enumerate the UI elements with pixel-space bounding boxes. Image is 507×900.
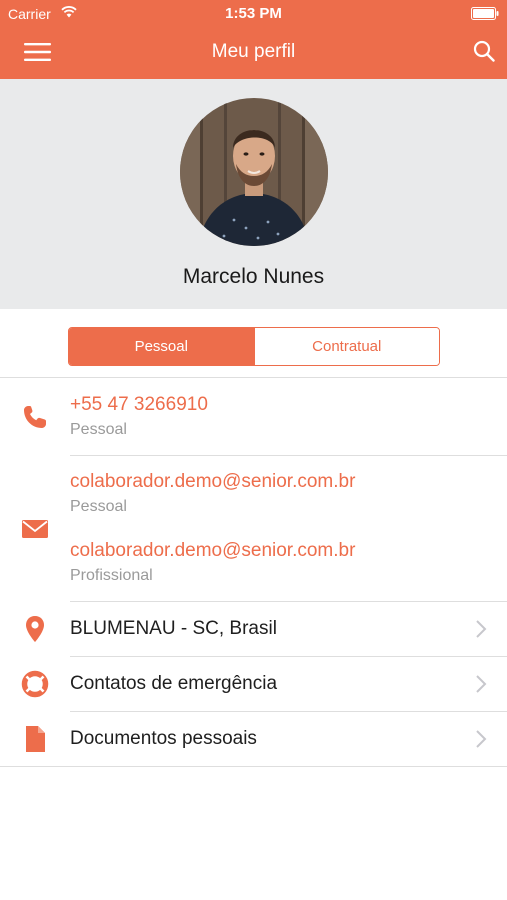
envelope-icon	[22, 520, 48, 538]
phone-icon	[24, 406, 46, 428]
navigation-bar: Meu perfil	[0, 28, 507, 79]
search-icon[interactable]	[473, 40, 495, 62]
personal-documents-item[interactable]: Documentos pessoais	[70, 728, 257, 750]
email-type-label: Pessoal	[70, 498, 127, 515]
chevron-right-icon[interactable]	[475, 674, 487, 694]
page-title: Meu perfil	[211, 41, 296, 62]
document-icon	[26, 726, 45, 752]
app-header: Carrier 1:53 PM Meu perfil	[0, 0, 507, 79]
divider	[70, 656, 507, 657]
chevron-right-icon[interactable]	[475, 619, 487, 639]
chevron-right-icon[interactable]	[475, 729, 487, 749]
status-time: 1:53 PM	[225, 5, 282, 22]
status-bar: Carrier 1:53 PM	[0, 0, 507, 28]
divider	[70, 711, 507, 712]
location-pin-icon	[26, 616, 44, 642]
profile-name: Marcelo Nunes	[182, 265, 325, 288]
location-item[interactable]: BLUMENAU - SC, Brasil	[70, 618, 277, 640]
divider	[0, 766, 507, 767]
divider	[0, 377, 507, 378]
email-link-personal[interactable]: colaborador.demo@senior.com.br	[70, 471, 355, 493]
phone-number-link[interactable]: +55 47 3266910	[70, 394, 208, 416]
tab-contratual[interactable]: Contratual	[253, 328, 439, 365]
battery-icon	[471, 7, 499, 20]
profile-tabs: Pessoal Contratual	[68, 327, 440, 366]
email-link-professional[interactable]: colaborador.demo@senior.com.br	[70, 540, 355, 562]
profile-header: Marcelo Nunes	[0, 79, 507, 309]
emergency-contacts-item[interactable]: Contatos de emergência	[70, 673, 277, 695]
email-type-label: Profissional	[70, 567, 153, 584]
phone-type-label: Pessoal	[70, 421, 127, 438]
divider	[70, 601, 507, 602]
avatar[interactable]	[180, 98, 328, 246]
lifebuoy-icon	[21, 670, 49, 698]
divider	[70, 455, 507, 456]
tab-pessoal[interactable]: Pessoal	[69, 328, 254, 365]
